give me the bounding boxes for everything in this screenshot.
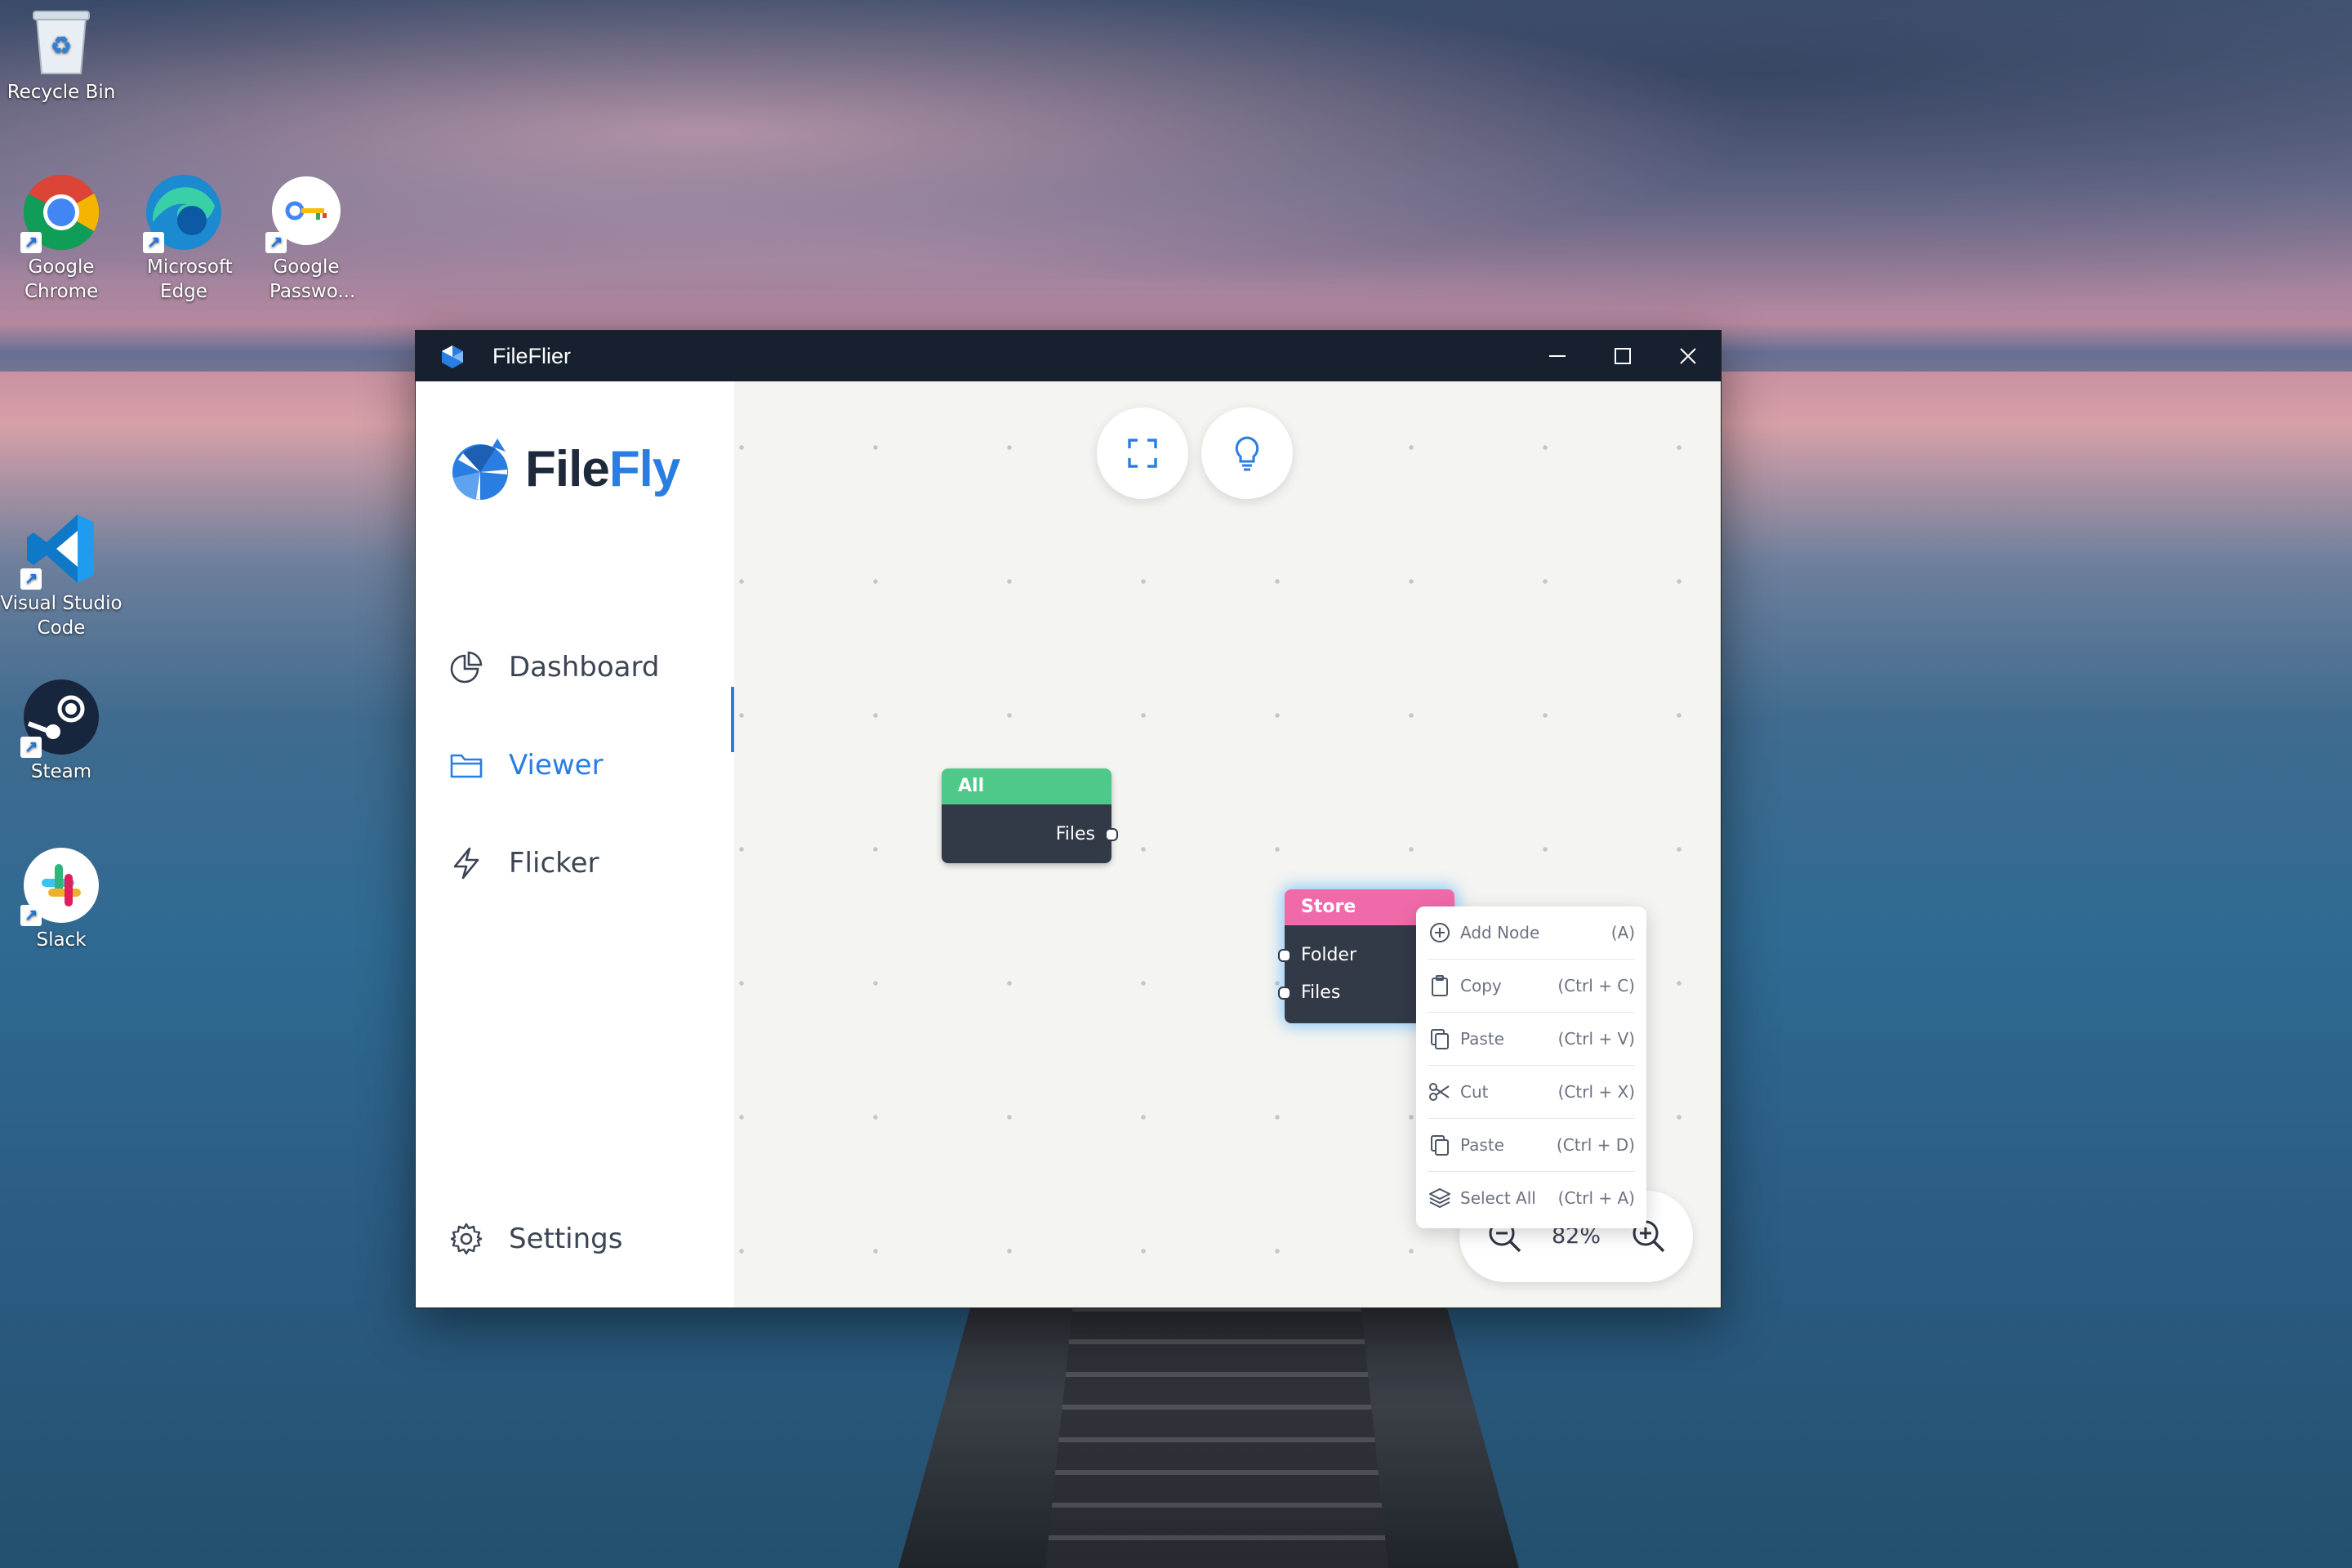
wallpaper-pier-planks (1045, 1307, 1388, 1568)
hint-button[interactable] (1201, 408, 1293, 499)
svg-text:♻: ♻ (51, 32, 73, 60)
port-label: Files (1055, 824, 1095, 844)
lightning-icon (453, 847, 479, 880)
menu-item-shortcut: (Ctrl + D) (1556, 1135, 1635, 1155)
node-body: Files (942, 804, 1118, 863)
menu-item-label: Paste (1460, 1135, 1504, 1155)
menu-item-select-all[interactable]: Select All (Ctrl + A) (1428, 1172, 1635, 1224)
minimize-icon (1549, 355, 1566, 357)
sidebar-item-flicker[interactable]: Flicker (448, 839, 599, 888)
steam-icon: ↗ (20, 678, 100, 758)
desktop-icon-vscode[interactable]: ↗ Visual Studio Code (0, 510, 122, 640)
shortcut-arrow-icon: ↗ (20, 568, 42, 590)
plus-circle-icon (1430, 923, 1450, 942)
google-password-icon: ↗ (265, 173, 345, 253)
sidebar-item-label: Viewer (509, 749, 604, 782)
shortcut-arrow-icon: ↗ (143, 232, 164, 253)
sidebar-item-settings[interactable]: Settings (448, 1214, 622, 1263)
desktop-icon-label: Recycle Bin (7, 82, 116, 103)
menu-item-shortcut: (Ctrl + C) (1557, 976, 1635, 996)
context-menu: Add Node (A) Copy (Ctrl + C) Paste (Ctrl… (1416, 906, 1646, 1228)
input-port[interactable] (1278, 949, 1291, 962)
menu-item-shortcut: (A) (1610, 923, 1635, 942)
recycle-bin-icon: ♻ (29, 3, 94, 77)
desktop-icon-label: Google Passwo... (270, 256, 356, 302)
logo-text-part1: File (525, 440, 610, 497)
pie-chart-icon (450, 651, 483, 684)
close-button[interactable] (1655, 331, 1721, 381)
node-header[interactable]: All (942, 768, 1111, 804)
sidebar-item-viewer[interactable]: Viewer (448, 741, 604, 790)
menu-item-add-node[interactable]: Add Node (A) (1428, 906, 1635, 960)
desktop-icon-recycle-bin[interactable]: ♻ Recycle Bin (0, 3, 122, 105)
desktop-icon-label: Microsoft Edge (147, 256, 233, 302)
shortcut-arrow-icon: ↗ (265, 232, 287, 253)
menu-item-label: Select All (1460, 1188, 1536, 1208)
shortcut-arrow-icon: ↗ (20, 905, 42, 926)
minimize-button[interactable] (1525, 331, 1590, 381)
desktop-icon-label: Visual Studio Code (0, 593, 122, 639)
port-label: Files (1301, 982, 1341, 1003)
logo-icon (452, 439, 508, 500)
menu-item-paste-2[interactable]: Paste (Ctrl + D) (1428, 1119, 1635, 1172)
desktop-icon-slack[interactable]: ↗ Slack (0, 846, 122, 952)
desktop-icon-label: Steam (30, 761, 92, 782)
window-title: FileFlier (492, 343, 572, 368)
sidebar: FileFly Dashboard Viewer Flicker Setting… (416, 381, 734, 1307)
fullscreen-icon (1128, 439, 1157, 468)
desktop-icon-label: Google Chrome (24, 256, 99, 302)
clipboard-icon (1432, 975, 1448, 996)
gear-icon (450, 1223, 483, 1255)
shortcut-arrow-icon: ↗ (20, 737, 42, 758)
vscode-icon: ↗ (20, 510, 100, 590)
menu-item-cut[interactable]: Cut (Ctrl + X) (1428, 1066, 1635, 1119)
output-port[interactable] (1105, 828, 1118, 841)
close-icon (1680, 348, 1696, 364)
window-titlebar[interactable]: FileFlier (416, 331, 1721, 381)
sidebar-item-label: Flicker (509, 847, 599, 880)
fullscreen-button[interactable] (1097, 408, 1188, 499)
layers-icon (1429, 1188, 1450, 1209)
sidebar-item-dashboard[interactable]: Dashboard (448, 643, 659, 692)
menu-item-label: Cut (1460, 1082, 1489, 1102)
menu-item-paste[interactable]: Paste (Ctrl + V) (1428, 1013, 1635, 1066)
edge-icon: ↗ (143, 173, 223, 253)
slack-icon: ↗ (20, 846, 100, 926)
scissors-icon (1429, 1083, 1450, 1101)
desktop-icon-label: Slack (36, 929, 87, 951)
logo-text: FileFly (525, 440, 681, 498)
paste-icon (1431, 1029, 1449, 1049)
chrome-icon: ↗ (20, 173, 100, 253)
desktop-icon-edge[interactable]: ↗ Microsoft Edge (122, 173, 245, 304)
node-all[interactable]: All Files (942, 768, 1118, 863)
desktop-icon-chrome[interactable]: ↗ Google Chrome (0, 173, 122, 304)
sidebar-item-label: Settings (509, 1223, 623, 1255)
menu-item-copy[interactable]: Copy (Ctrl + C) (1428, 960, 1635, 1013)
desktop-icon-google-passwords[interactable]: ↗ Google Passwo... (245, 173, 368, 304)
sidebar-item-label: Dashboard (509, 651, 660, 684)
app-icon (442, 345, 463, 368)
menu-item-shortcut: (Ctrl + V) (1557, 1029, 1635, 1049)
logo-text-part2: Fly (608, 440, 681, 497)
maximize-icon (1615, 348, 1631, 364)
folder-icon (450, 754, 483, 778)
desktop-icon-steam[interactable]: ↗ Steam (0, 678, 122, 784)
input-port[interactable] (1278, 987, 1291, 1000)
menu-item-shortcut: (Ctrl + A) (1557, 1188, 1635, 1208)
menu-item-label: Copy (1460, 976, 1502, 996)
shortcut-arrow-icon: ↗ (20, 232, 42, 253)
port-label: Folder (1301, 945, 1356, 965)
paste-icon (1431, 1135, 1449, 1156)
app-logo: FileFly (447, 435, 681, 502)
menu-item-shortcut: (Ctrl + X) (1557, 1082, 1635, 1102)
menu-item-label: Add Node (1460, 923, 1540, 942)
maximize-button[interactable] (1590, 331, 1655, 381)
node-output-files: Files (942, 816, 1118, 853)
lightbulb-icon (1235, 436, 1259, 471)
menu-item-label: Paste (1460, 1029, 1504, 1049)
